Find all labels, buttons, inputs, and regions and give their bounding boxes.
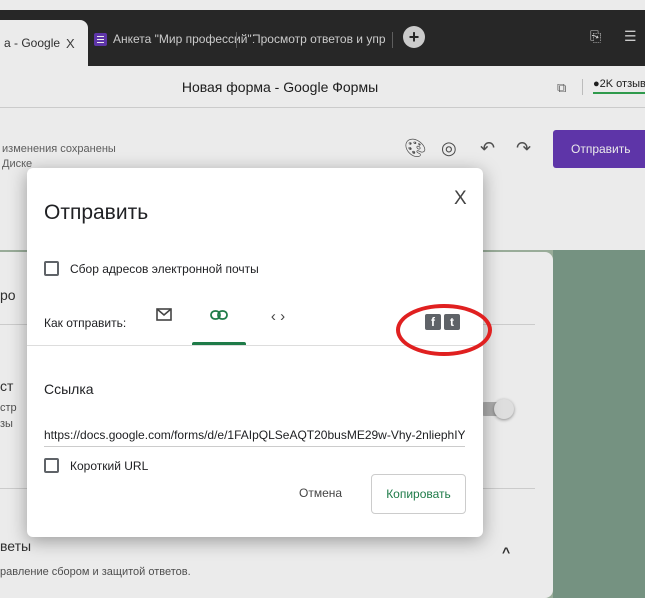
short-url-label: Короткий URL — [70, 459, 149, 473]
link-icon — [210, 310, 228, 320]
copy-button[interactable]: Копировать — [371, 474, 466, 514]
send-dialog: Отправить X Сбор адресов электронной поч… — [27, 168, 483, 537]
code-brackets-icon: ‹ › — [270, 308, 286, 325]
dialog-title: Отправить — [44, 201, 149, 224]
how-to-send-label: Как отправить: — [44, 316, 127, 330]
collect-emails-checkbox[interactable] — [44, 261, 59, 276]
envelope-icon — [156, 308, 172, 321]
link-heading: Ссылка — [44, 381, 94, 397]
close-icon[interactable]: X — [454, 188, 467, 210]
link-url-field[interactable]: https://docs.google.com/forms/d/e/1FAIpQ… — [44, 428, 465, 447]
tab-link[interactable] — [204, 308, 234, 332]
tab-email[interactable] — [149, 308, 179, 332]
collect-emails-label: Сбор адресов электронной почты — [70, 262, 259, 276]
tab-embed[interactable]: ‹ › — [263, 308, 293, 332]
cancel-button[interactable]: Отмена — [299, 486, 342, 500]
short-url-checkbox[interactable] — [44, 458, 59, 473]
annotation-ellipse — [396, 304, 492, 356]
